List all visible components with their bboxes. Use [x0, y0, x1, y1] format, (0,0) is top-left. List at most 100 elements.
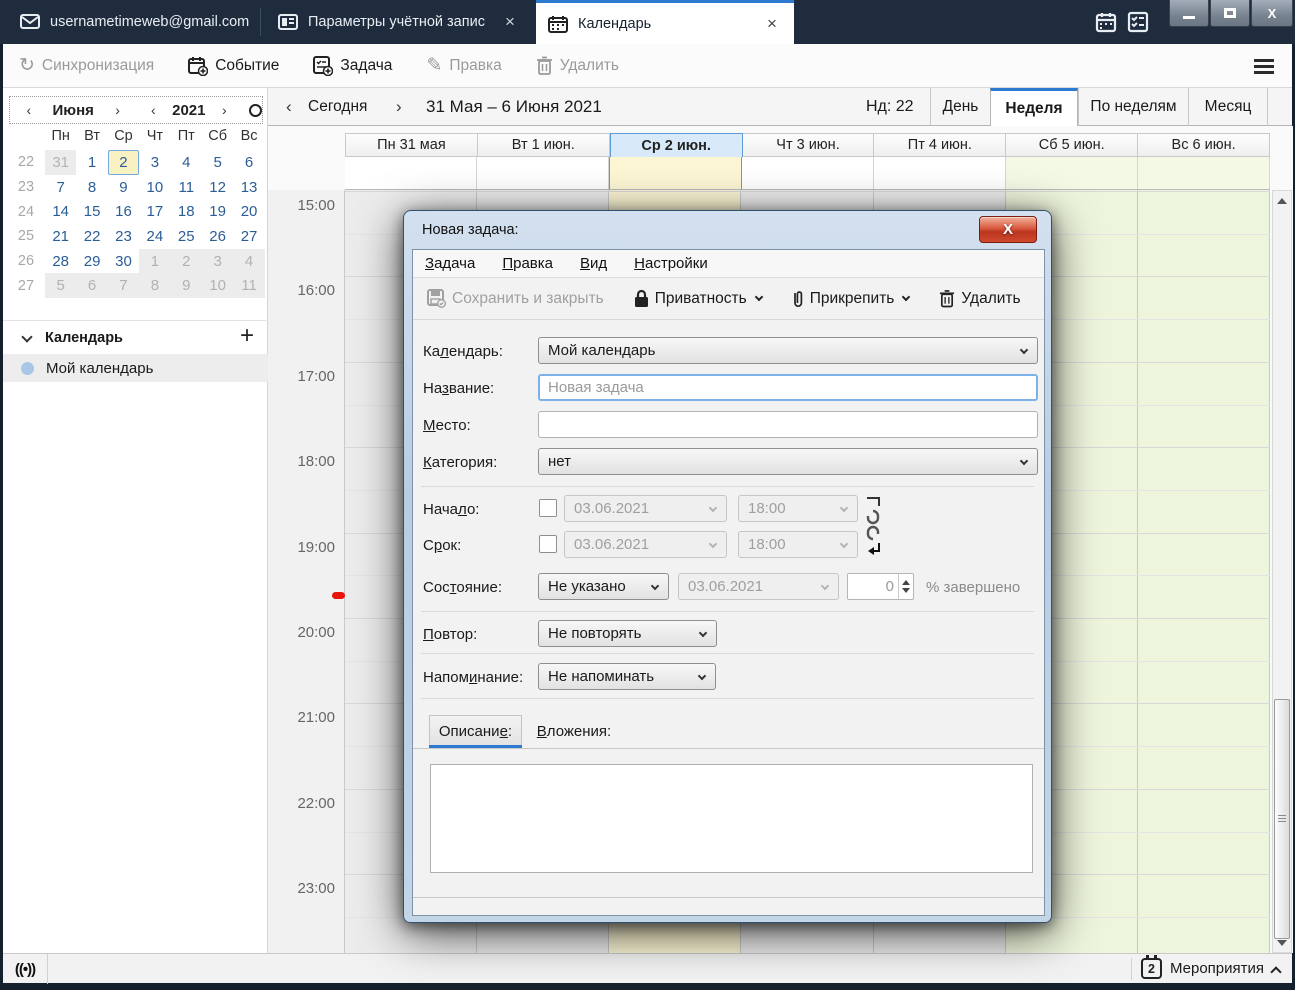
- day-header[interactable]: Вс 6 июн.: [1138, 134, 1269, 156]
- events-widget[interactable]: 2 Мероприятия: [1141, 958, 1280, 979]
- view-month-button[interactable]: Месяц: [1188, 88, 1268, 126]
- minical-day[interactable]: 27: [233, 224, 264, 249]
- vertical-scrollbar[interactable]: [1272, 190, 1292, 953]
- new-task-button[interactable]: Задача: [313, 56, 392, 76]
- scroll-up-arrow[interactable]: [1273, 191, 1291, 210]
- minical-prev-year[interactable]: ‹: [140, 102, 166, 118]
- tab-close-icon[interactable]: ×: [500, 12, 520, 32]
- minical-day[interactable]: 25: [171, 224, 202, 249]
- save-close-button[interactable]: Сохранить и закрыть: [427, 289, 604, 308]
- minical-day[interactable]: 14: [45, 199, 76, 224]
- minical-today-button[interactable]: [249, 104, 262, 117]
- menu-view[interactable]: Вид: [580, 255, 607, 272]
- minical-day[interactable]: 5: [202, 150, 233, 175]
- day-header[interactable]: Ср 2 июн.: [610, 133, 743, 159]
- today-button[interactable]: Сегодня: [308, 98, 367, 116]
- all-day-cell[interactable]: [742, 157, 874, 189]
- calendar-list-header[interactable]: Календарь +: [3, 324, 268, 352]
- menu-options[interactable]: Настройки: [634, 255, 708, 272]
- minical-day[interactable]: 24: [139, 224, 170, 249]
- start-time-select[interactable]: 18:00: [738, 495, 858, 522]
- maximize-button[interactable]: [1210, 0, 1250, 27]
- minical-day[interactable]: 1: [76, 150, 107, 175]
- minical-day[interactable]: 10: [139, 175, 170, 200]
- add-calendar-button[interactable]: +: [240, 322, 254, 350]
- calendar-list-item[interactable]: Мой календарь: [3, 354, 268, 382]
- minical-day[interactable]: 1: [139, 249, 170, 274]
- minical-day[interactable]: 31: [45, 150, 76, 175]
- new-event-button[interactable]: Событие: [188, 56, 279, 76]
- edit-button[interactable]: ✎ Правка: [426, 56, 501, 75]
- start-date-select[interactable]: 03.06.2021: [564, 495, 727, 522]
- minical-next-month[interactable]: ›: [105, 102, 131, 118]
- minical-day[interactable]: 6: [233, 150, 264, 175]
- minical-day[interactable]: 10: [202, 273, 233, 298]
- delete-button[interactable]: Удалить: [536, 56, 619, 75]
- minical-day[interactable]: 8: [76, 175, 107, 200]
- minical-day[interactable]: 8: [139, 273, 170, 298]
- dialog-delete-button[interactable]: Удалить: [939, 289, 1020, 308]
- all-day-cell[interactable]: [1138, 157, 1270, 189]
- category-select[interactable]: нет: [538, 448, 1038, 475]
- location-input[interactable]: [538, 411, 1038, 438]
- minical-day[interactable]: 22: [76, 224, 107, 249]
- minical-day[interactable]: 29: [76, 249, 107, 274]
- day-header[interactable]: Пт 4 июн.: [874, 134, 1006, 156]
- minical-day[interactable]: 9: [171, 273, 202, 298]
- calendar-select[interactable]: Мой календарь: [538, 337, 1038, 364]
- minical-day[interactable]: 5: [45, 273, 76, 298]
- tab-calendar[interactable]: Календарь ×: [536, 0, 794, 44]
- day-column[interactable]: [1138, 190, 1270, 953]
- minical-day[interactable]: 15: [76, 199, 107, 224]
- tab-mail-account[interactable]: usernametimeweb@gmail.com: [8, 0, 254, 44]
- minical-day[interactable]: 12: [202, 175, 233, 200]
- minical-day[interactable]: 13: [233, 175, 264, 200]
- all-day-cell[interactable]: [477, 157, 609, 189]
- minical-day[interactable]: 18: [171, 199, 202, 224]
- scroll-down-arrow[interactable]: [1273, 933, 1291, 952]
- all-day-cell[interactable]: [609, 157, 742, 189]
- minical-day[interactable]: 16: [108, 199, 139, 224]
- sync-button[interactable]: ↻ Синхронизация: [19, 56, 154, 75]
- minical-day[interactable]: 6: [76, 273, 107, 298]
- minical-day[interactable]: 7: [108, 273, 139, 298]
- next-week-button[interactable]: ›: [396, 97, 402, 117]
- all-day-cell[interactable]: [345, 157, 477, 189]
- menu-task[interactable]: Задача: [425, 255, 475, 272]
- start-checkbox[interactable]: [539, 499, 557, 517]
- minical-day[interactable]: 19: [202, 199, 233, 224]
- view-multiweek-button[interactable]: По неделям: [1078, 88, 1188, 126]
- reminder-select[interactable]: Не напоминать: [538, 663, 716, 690]
- tab-account-settings[interactable]: Параметры учётной запис ×: [266, 0, 532, 44]
- repeat-select[interactable]: Не повторять: [538, 620, 717, 647]
- tab-close-icon[interactable]: ×: [762, 14, 782, 34]
- close-button[interactable]: X: [1251, 0, 1293, 27]
- minical-day-selected[interactable]: 2: [108, 150, 139, 175]
- radio-status-icon[interactable]: ((•)): [3, 954, 48, 984]
- dialog-close-button[interactable]: X: [979, 216, 1037, 243]
- day-header[interactable]: Вт 1 июн.: [478, 134, 610, 156]
- status-select[interactable]: Не указано: [538, 573, 669, 600]
- minical-day[interactable]: 3: [139, 150, 170, 175]
- all-day-cell[interactable]: [874, 157, 1006, 189]
- minical-day[interactable]: 21: [45, 224, 76, 249]
- minical-day[interactable]: 28: [45, 249, 76, 274]
- view-week-button[interactable]: Неделя: [990, 88, 1078, 127]
- all-day-cell[interactable]: [1006, 157, 1138, 189]
- percent-complete-spinner[interactable]: 0: [847, 573, 914, 600]
- minical-day[interactable]: 26: [202, 224, 233, 249]
- minimize-button[interactable]: [1169, 0, 1209, 27]
- tab-attachments[interactable]: Вложения:: [522, 715, 626, 747]
- title-input[interactable]: [538, 374, 1038, 401]
- prev-week-button[interactable]: ‹: [286, 97, 292, 117]
- tasks-mini-icon[interactable]: [1126, 10, 1150, 34]
- calendar-mini-icon[interactable]: [1094, 10, 1118, 34]
- view-day-button[interactable]: День: [930, 88, 990, 126]
- minical-day[interactable]: 3: [202, 249, 233, 274]
- menu-edit[interactable]: Правка: [502, 255, 553, 272]
- minical-day[interactable]: 4: [171, 150, 202, 175]
- description-textarea[interactable]: [430, 764, 1033, 873]
- app-menu-button[interactable]: [1254, 59, 1274, 77]
- day-header[interactable]: Пн 31 мая: [346, 134, 478, 156]
- privacy-dropdown[interactable]: Приватность: [634, 289, 762, 308]
